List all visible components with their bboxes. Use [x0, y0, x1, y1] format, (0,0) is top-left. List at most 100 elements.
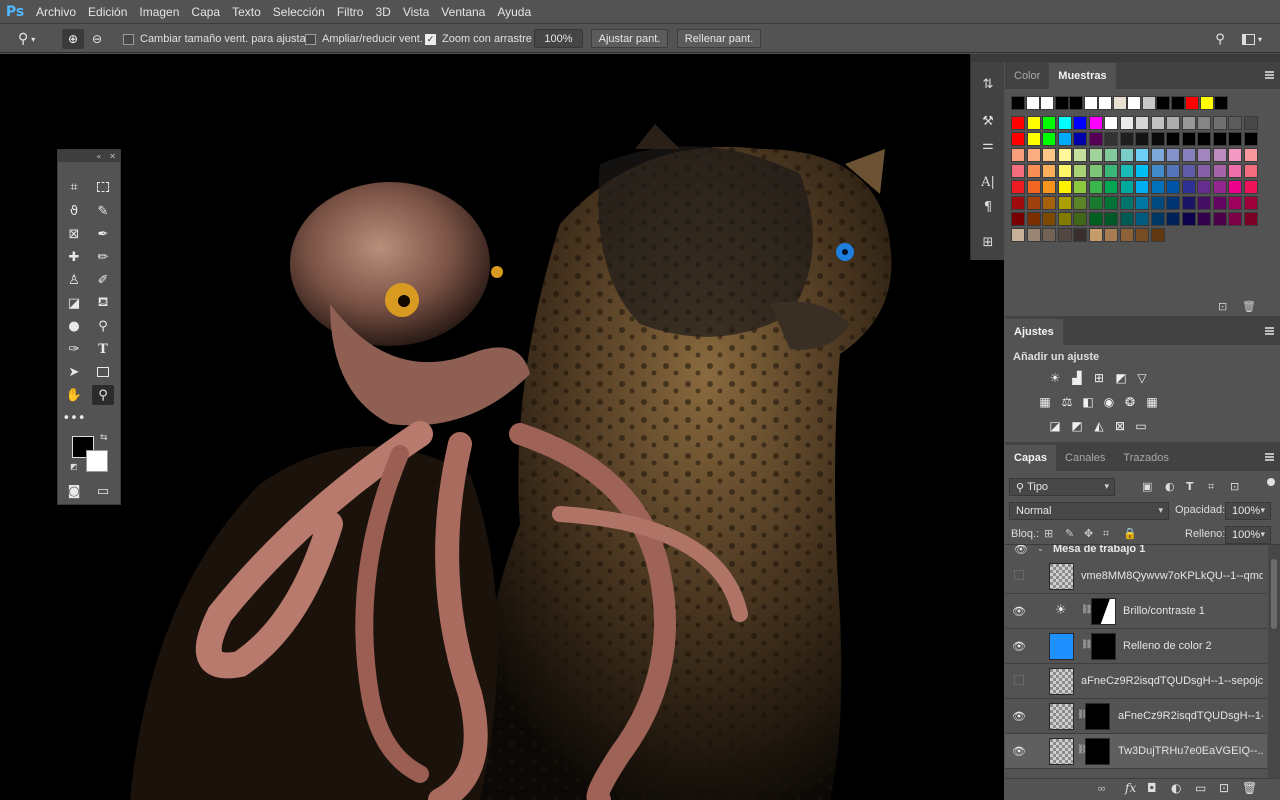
quick-selection-tool-icon[interactable]: ✎	[92, 201, 114, 221]
exposure-icon[interactable]: ◩	[1112, 370, 1130, 386]
color-swatch[interactable]	[1026, 228, 1041, 242]
color-swatch[interactable]	[1166, 132, 1180, 146]
color-swatch[interactable]	[1197, 180, 1211, 194]
color-swatch[interactable]	[1073, 212, 1087, 226]
color-swatch[interactable]	[1135, 132, 1149, 146]
healing-brush-tool-icon[interactable]: ✚	[63, 247, 85, 267]
paragraph-icon[interactable]: ¶	[977, 197, 999, 217]
color-swatch[interactable]	[1042, 212, 1056, 226]
link-layers-icon[interactable]: ∞	[1097, 782, 1106, 795]
color-swatch[interactable]	[1150, 148, 1165, 162]
document-canvas[interactable]: « ✕ ⌗ ϑ ✎ ⊠ ✒ ✚ ✏ ♙ ✐ ◪ ⛾ ● ⚲ ✑ T ➤ ✋ ⚲ …	[0, 54, 1004, 800]
lock-artboard-icon[interactable]: ⌗	[1103, 527, 1109, 541]
levels-icon[interactable]: ▟	[1068, 370, 1086, 386]
vibrance-icon[interactable]: ▽	[1133, 370, 1151, 386]
color-swatch[interactable]	[1119, 116, 1134, 130]
layer-mask-thumbnail[interactable]	[1085, 738, 1110, 765]
eye-icon[interactable]: 👁	[1012, 639, 1026, 653]
layer-row[interactable]: 👁 ⛓ Relleno de color 2	[1005, 629, 1267, 664]
recent-swatch[interactable]	[1199, 96, 1214, 110]
color-swatch[interactable]	[1243, 164, 1258, 178]
black-white-icon[interactable]: ◧	[1079, 394, 1097, 410]
layer-thumbnail[interactable]	[1049, 668, 1074, 695]
recent-swatch[interactable]	[1040, 96, 1054, 110]
color-swatch[interactable]	[1088, 212, 1103, 226]
color-swatch[interactable]	[1135, 212, 1149, 226]
zoom-in-icon[interactable]: ⊕	[62, 29, 84, 49]
color-swatch[interactable]	[1011, 116, 1025, 130]
fx-icon[interactable]: fx	[1125, 781, 1136, 795]
color-swatch[interactable]	[1026, 196, 1041, 210]
swap-colors-icon[interactable]: ⇆	[100, 433, 108, 443]
scrollbar-thumb[interactable]	[1271, 559, 1277, 629]
color-swatch[interactable]	[1026, 116, 1041, 130]
color-swatch[interactable]	[1057, 164, 1072, 178]
tab-ajustes[interactable]: Ajustes	[1005, 319, 1063, 345]
color-swatch[interactable]	[1057, 228, 1072, 242]
color-swatch[interactable]	[1181, 212, 1196, 226]
filter-type-icon[interactable]: T	[1186, 480, 1194, 493]
color-swatch[interactable]	[1197, 116, 1211, 130]
gradient-map-icon[interactable]: ▭	[1132, 418, 1150, 434]
path-selection-tool-icon[interactable]: ➤	[63, 362, 85, 382]
history-brush-tool-icon[interactable]: ✐	[92, 270, 114, 290]
zoom-tool-icon[interactable]: ⚲	[92, 385, 114, 405]
color-swatch[interactable]	[1228, 148, 1242, 162]
zoom-percent-field[interactable]: 100%	[534, 29, 583, 48]
color-swatch[interactable]	[1119, 180, 1134, 194]
color-swatch[interactable]	[1212, 148, 1227, 162]
delete-swatch-icon[interactable]: 🗑	[1242, 300, 1256, 313]
color-swatch[interactable]	[1042, 148, 1056, 162]
color-swatch[interactable]	[1135, 164, 1149, 178]
visibility-toggle[interactable]	[1014, 675, 1024, 685]
color-swatch[interactable]	[1228, 132, 1242, 146]
recent-swatch[interactable]	[1054, 96, 1069, 110]
layer-row[interactable]: 👁 ⛓ Tw3DujTRHu7e0EaVGEIQ--...	[1005, 734, 1267, 769]
color-swatch[interactable]	[1212, 116, 1227, 130]
color-swatch[interactable]	[1026, 148, 1041, 162]
layer-thumbnail[interactable]	[1049, 738, 1074, 765]
panel-collapse-bar[interactable]	[1005, 54, 1280, 62]
layer-row[interactable]: 👁 ⛓ aFneCz9R2isqdTQUDsgH--1-...	[1005, 699, 1267, 734]
filter-toggle[interactable]	[1267, 478, 1275, 486]
color-swatch[interactable]	[1026, 180, 1041, 194]
eraser-tool-icon[interactable]: ◪	[63, 293, 85, 313]
zoom-tool-preset-icon[interactable]: ⚲ ▾	[18, 30, 48, 48]
new-adjustment-icon[interactable]: ◐	[1171, 781, 1181, 795]
color-swatch[interactable]	[1057, 180, 1072, 194]
layer-scrollbar[interactable]	[1268, 545, 1280, 779]
new-swatch-icon[interactable]: ⊡	[1218, 300, 1227, 313]
color-swatch[interactable]	[1073, 164, 1087, 178]
recent-swatch[interactable]	[1098, 96, 1112, 110]
crop-tool-icon[interactable]: ⌗	[63, 177, 85, 197]
color-swatch[interactable]	[1197, 148, 1211, 162]
color-swatch[interactable]	[1243, 196, 1258, 210]
color-swatch[interactable]	[1011, 212, 1025, 226]
layer-row[interactable]: vme8MM8Qywvw7oKPLkQU--1--qmd...	[1005, 559, 1267, 594]
search-icon[interactable]: ⚲	[1210, 30, 1230, 48]
color-swatch[interactable]	[1042, 116, 1056, 130]
color-swatch[interactable]	[1150, 116, 1165, 130]
color-swatch[interactable]	[1228, 164, 1242, 178]
color-swatch[interactable]	[1119, 132, 1134, 146]
posterize-icon[interactable]: ◩	[1068, 418, 1086, 434]
panel-menu-icon[interactable]	[1265, 327, 1274, 335]
color-swatch[interactable]	[1057, 116, 1072, 130]
menu-imagen[interactable]: Imagen	[133, 5, 185, 19]
color-swatch[interactable]	[1119, 148, 1134, 162]
screen-mode-icon[interactable]: ▭	[92, 481, 114, 501]
menu-vista[interactable]: Vista	[397, 5, 435, 19]
color-swatch[interactable]	[1073, 180, 1087, 194]
color-swatch[interactable]	[1057, 132, 1072, 146]
link-icon[interactable]: ⛓	[1081, 605, 1092, 615]
frame-tool-icon[interactable]: ⊠	[63, 224, 85, 244]
filter-adjustment-icon[interactable]: ◐	[1165, 480, 1175, 493]
threshold-icon[interactable]: ◭	[1090, 418, 1108, 434]
color-swatch[interactable]	[1073, 196, 1087, 210]
color-swatch[interactable]	[1212, 164, 1227, 178]
dodge-tool-icon[interactable]: ⚲	[92, 316, 114, 336]
fill-field[interactable]: 100% ▾	[1225, 526, 1271, 544]
paint-bucket-tool-icon[interactable]: ⛾	[92, 293, 114, 313]
color-swatch[interactable]	[1088, 164, 1103, 178]
color-lookup-icon[interactable]: ▦	[1143, 394, 1161, 410]
